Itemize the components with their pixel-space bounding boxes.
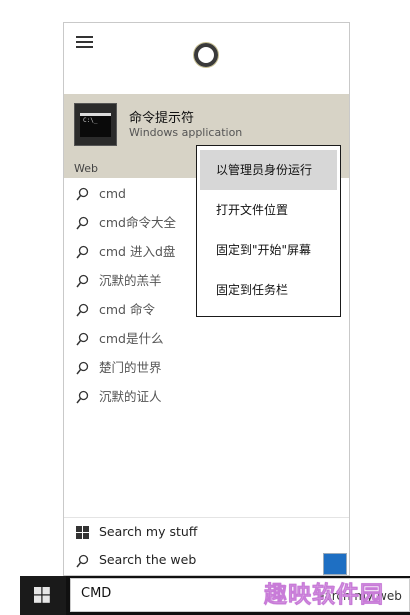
search-my-stuff-button[interactable]: Search my stuff — [64, 518, 349, 546]
web-result-item[interactable]: cmd是什么 — [64, 324, 349, 353]
search-icon — [76, 332, 89, 346]
screenshot-root: C:\_ 命令提示符 Windows application Web cmd c… — [0, 0, 410, 615]
web-section-label: Web — [74, 162, 98, 175]
context-open-file-location[interactable]: 打开文件位置 — [200, 190, 337, 230]
best-match-title: 命令提示符 — [129, 111, 195, 126]
context-run-as-admin[interactable]: 以管理员身份运行 — [200, 150, 337, 190]
search-icon — [76, 187, 89, 201]
web-result-label: 沉默的羔羊 — [99, 273, 162, 288]
search-icon — [76, 554, 89, 568]
cortana-ring-icon[interactable] — [194, 43, 218, 67]
web-result-label: cmd 进入d盘 — [99, 244, 176, 259]
web-result-label: cmd命令大全 — [99, 215, 176, 230]
tray-window-icon[interactable] — [323, 553, 347, 575]
web-result-label: cmd 命令 — [99, 302, 155, 317]
context-menu: 以管理员身份运行 打开文件位置 固定到"开始"屏幕 固定到任务栏 — [196, 145, 341, 317]
windows-logo-icon — [34, 587, 50, 603]
search-icon — [76, 245, 89, 259]
search-my-stuff-label: Search my stuff — [99, 524, 198, 539]
web-result-label: 沉默的证人 — [99, 389, 162, 404]
start-button[interactable] — [20, 576, 66, 615]
best-match-subtitle: Windows application — [129, 126, 243, 139]
search-the-web-label: Search the web — [99, 552, 197, 567]
web-result-item[interactable]: 沉默的证人 — [64, 382, 349, 411]
prompt-glyph: C:\_ — [83, 117, 98, 124]
search-icon — [76, 390, 89, 404]
context-pin-to-start[interactable]: 固定到"开始"屏幕 — [200, 230, 337, 270]
command-prompt-icon: C:\_ — [74, 103, 117, 146]
hamburger-menu-icon[interactable] — [76, 36, 93, 49]
web-result-label: cmd是什么 — [99, 331, 164, 346]
search-icon — [76, 216, 89, 230]
web-result-item[interactable]: 楚门的世界 — [64, 353, 349, 382]
search-icon — [76, 274, 89, 288]
search-icon — [76, 361, 89, 375]
web-result-label: 楚门的世界 — [99, 360, 162, 375]
context-pin-to-taskbar[interactable]: 固定到任务栏 — [200, 270, 337, 310]
search-input-value: CMD — [81, 586, 112, 601]
watermark-text: 趣映软件园 — [264, 582, 384, 609]
search-the-web-button[interactable]: Search the web — [64, 546, 349, 574]
search-icon — [76, 303, 89, 317]
web-result-label: cmd — [99, 186, 126, 201]
windows-logo-icon — [76, 526, 89, 539]
